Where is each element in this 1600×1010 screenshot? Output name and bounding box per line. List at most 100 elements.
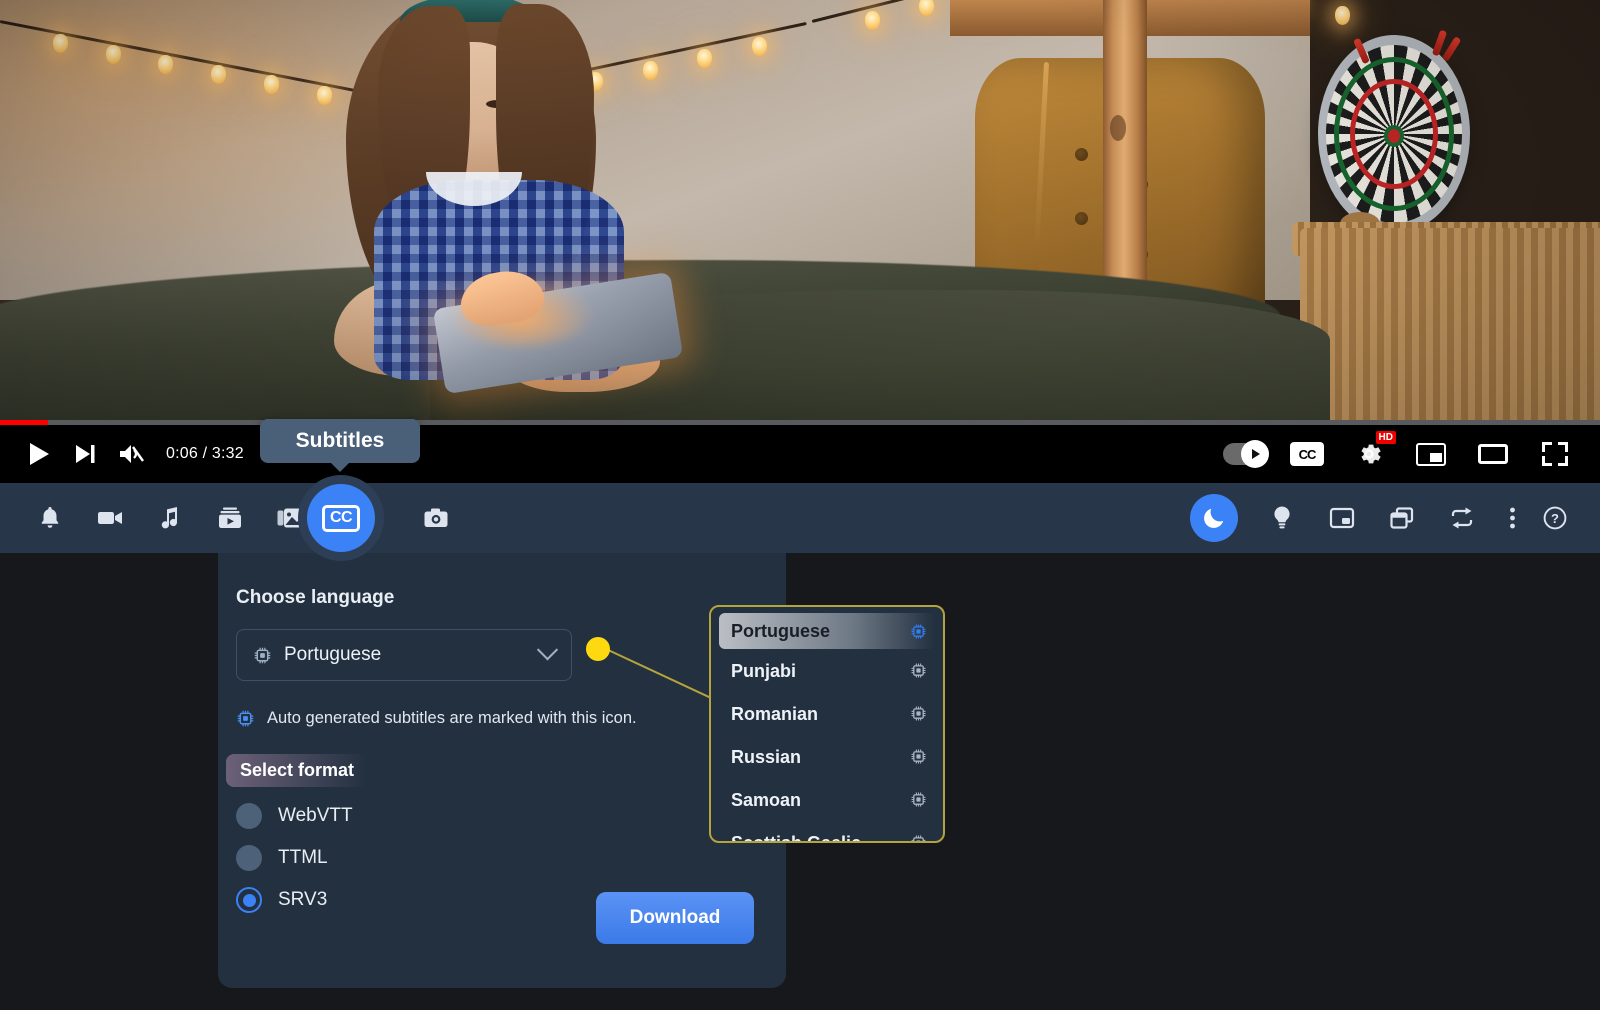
video-download-button[interactable] (80, 488, 140, 548)
cpu-chip-icon (254, 647, 271, 663)
light-bulb (105, 44, 121, 64)
repeat-convert-icon (1451, 507, 1473, 529)
fullscreen-button[interactable] (1532, 431, 1578, 477)
help-button[interactable]: ? (1532, 488, 1578, 548)
language-option-label: Portuguese (731, 620, 831, 641)
download-button[interactable]: Download (596, 892, 754, 944)
copy-windows-icon (1390, 507, 1414, 529)
play-button[interactable] (16, 431, 62, 477)
child-figure (250, 0, 730, 420)
time-display: 0:06 / 3:32 (166, 445, 244, 462)
kebab-menu-icon (1509, 507, 1515, 529)
language-option[interactable]: Punjabi (711, 650, 943, 692)
auto-generated-note: Auto generated subtitles are marked with… (236, 709, 786, 728)
notifications-button[interactable] (20, 488, 80, 548)
popup-window-icon (1329, 507, 1355, 529)
dark-mode-button[interactable] (1190, 494, 1238, 542)
toolbar-left-group (0, 488, 466, 548)
subtitles-panel-body: Choose language Portuguese Auto generate… (218, 553, 786, 913)
next-button[interactable] (62, 431, 108, 477)
settings-button[interactable]: HD (1346, 431, 1396, 477)
cpu-chip-icon (911, 624, 926, 639)
video-controls-right: CC HD (1222, 431, 1584, 477)
audio-download-button[interactable] (140, 488, 200, 548)
app-toolbar: ? (0, 483, 1600, 553)
language-option[interactable]: Samoan (711, 779, 943, 821)
video-camera-icon (98, 512, 122, 524)
language-option[interactable]: Portuguese (719, 613, 935, 649)
fullscreen-icon (1542, 442, 1568, 466)
autoplay-toggle[interactable] (1222, 431, 1269, 477)
auto-generated-chip-icon (910, 705, 927, 722)
toolbar-right-group: ? (1190, 488, 1600, 548)
format-option-label: TTML (278, 847, 328, 868)
screenshot-button[interactable] (406, 488, 466, 548)
auto-generated-note-text: Auto generated subtitles are marked with… (267, 709, 637, 727)
dartboard-bullseye (1384, 125, 1404, 147)
language-option[interactable]: Russian (711, 736, 943, 778)
auto-generated-chip-icon (910, 662, 927, 679)
language-dropdown[interactable]: Portuguese Punjabi Romanian Russian Samoan Sc… (709, 605, 945, 843)
callout-connector-dot (586, 637, 610, 661)
radio-button[interactable] (236, 887, 262, 913)
more-options-button[interactable] (1492, 488, 1532, 548)
language-option-label: Russian (731, 746, 802, 767)
auto-generated-chip-icon (910, 791, 927, 808)
theater-button[interactable] (1470, 431, 1516, 477)
auto-generated-chip-icon (910, 748, 927, 765)
choose-language-heading: Choose language (236, 587, 395, 608)
mute-button[interactable] (108, 431, 154, 477)
format-option-ttml[interactable]: TTML (236, 845, 786, 871)
popup-window-button[interactable] (1312, 488, 1372, 548)
copy-button[interactable] (1372, 488, 1432, 548)
captions-button[interactable]: CC (1284, 431, 1330, 477)
cc-icon: CC (1290, 442, 1324, 466)
ideas-button[interactable] (1252, 488, 1312, 548)
cpu-chip-icon (237, 710, 254, 727)
autoplay-toggle-knob (1241, 440, 1269, 468)
playlist-video-icon (219, 507, 241, 528)
video-player-stage[interactable] (0, 0, 1600, 420)
dropdown-row[interactable]: Portuguese (711, 613, 943, 649)
lightbulb-icon (1274, 506, 1290, 529)
autoplay-toggle-icon (1223, 440, 1269, 468)
format-option-webvtt[interactable]: WebVTT (236, 803, 786, 829)
radio-button[interactable] (236, 845, 262, 871)
format-option-label: WebVTT (278, 805, 353, 826)
radio-button[interactable] (236, 803, 262, 829)
moon-icon (1204, 508, 1224, 528)
auto-generated-chip-icon (910, 834, 927, 841)
dropdown-row[interactable]: Russian (711, 736, 943, 778)
light-bulb (751, 37, 767, 57)
svg-text:?: ? (1551, 511, 1559, 526)
question-circle-icon: ? (1543, 506, 1567, 530)
subtitles-tooltip: Subtitles (260, 419, 420, 463)
language-select[interactable]: Portuguese (236, 629, 572, 681)
language-option-label: Scottish Gaelic (731, 832, 862, 843)
cpu-chip-icon (911, 706, 926, 721)
language-option-label: Romanian (731, 703, 819, 724)
camera-icon (424, 508, 448, 527)
light-bulb (211, 65, 227, 85)
cpu-chip-icon (911, 749, 926, 764)
language-option[interactable]: Romanian (711, 693, 943, 735)
chevron-down-icon (536, 638, 559, 660)
armchair-tuft (1075, 212, 1088, 225)
subtitles-panel: Choose language Portuguese Auto generate… (218, 553, 786, 988)
convert-button[interactable] (1432, 488, 1492, 548)
light-bulb (52, 34, 68, 54)
subtitles-button[interactable]: CC (298, 475, 384, 561)
dartboard (1318, 35, 1470, 233)
armchair-tuft (1075, 148, 1088, 161)
dropdown-row[interactable]: Samoan (711, 779, 943, 821)
language-option-label: Punjabi (731, 660, 797, 681)
playlist-download-button[interactable] (200, 488, 260, 548)
dropdown-row[interactable]: Scottish Gaelic (711, 822, 943, 843)
miniplayer-button[interactable] (1408, 431, 1454, 477)
cc-icon: CC (322, 504, 360, 532)
dropdown-row[interactable]: Romanian (711, 693, 943, 735)
language-dropdown-list: Portuguese Punjabi Romanian Russian Samoan Sc… (711, 613, 943, 843)
cpu-chip-icon (911, 835, 926, 841)
language-option[interactable]: Scottish Gaelic (711, 822, 943, 843)
dropdown-row[interactable]: Punjabi (711, 650, 943, 692)
